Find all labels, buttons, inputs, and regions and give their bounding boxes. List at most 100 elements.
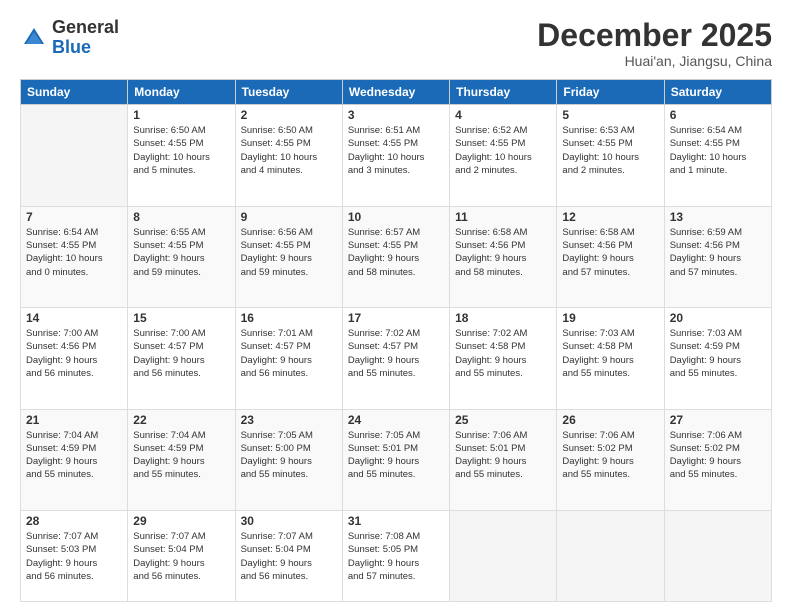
day-number: 3 bbox=[348, 108, 444, 122]
day-number: 21 bbox=[26, 413, 122, 427]
calendar-cell: 12 Sunrise: 6:58 AMSunset: 4:56 PMDayligh… bbox=[557, 206, 664, 307]
calendar-week-2: 7Sunrise: 6:54 AMSunset: 4:55 PMDaylight… bbox=[21, 206, 772, 307]
day-info: Sunrise: 6:58 AMSunset: 4:56 PMDaylight:… bbox=[455, 226, 551, 279]
day-info: Sunrise: 6:52 AMSunset: 4:55 PMDaylight:… bbox=[455, 124, 551, 177]
day-info: Sunrise: 7:08 AMSunset: 5:05 PMDaylight:… bbox=[348, 530, 444, 583]
day-number: 27 bbox=[670, 413, 766, 427]
day-number: 23 bbox=[241, 413, 337, 427]
calendar-cell: 29Sunrise: 7:07 AMSunset: 5:04 PMDayligh… bbox=[128, 511, 235, 602]
day-number: 24 bbox=[348, 413, 444, 427]
header: General Blue December 2025 Huai'an, Jian… bbox=[20, 18, 772, 69]
day-number: 26 bbox=[562, 413, 658, 427]
day-number: 25 bbox=[455, 413, 551, 427]
calendar-cell: 19 Sunrise: 7:03 AMSunset: 4:58 PMDayligh… bbox=[557, 308, 664, 409]
day-number: 9 bbox=[241, 210, 337, 224]
calendar-cell: 7Sunrise: 6:54 AMSunset: 4:55 PMDaylight… bbox=[21, 206, 128, 307]
day-number: 1 bbox=[133, 108, 229, 122]
calendar-cell: 24Sunrise: 7:05 AMSunset: 5:01 PMDayligh… bbox=[342, 409, 449, 510]
calendar-cell: 26 Sunrise: 7:06 AMSunset: 5:02 PMDayligh… bbox=[557, 409, 664, 510]
day-number: 19 bbox=[562, 311, 658, 325]
day-number: 28 bbox=[26, 514, 122, 528]
calendar-cell: 9Sunrise: 6:56 AMSunset: 4:55 PMDaylight… bbox=[235, 206, 342, 307]
day-number: 8 bbox=[133, 210, 229, 224]
day-info: Sunrise: 6:58 AMSunset: 4:56 PMDaylight:… bbox=[562, 226, 658, 279]
calendar-cell: 2 Sunrise: 6:50 AMSunset: 4:55 PMDaylight… bbox=[235, 105, 342, 206]
logo-icon bbox=[20, 24, 48, 52]
day-info: Sunrise: 6:55 AMSunset: 4:55 PMDaylight:… bbox=[133, 226, 229, 279]
day-number: 6 bbox=[670, 108, 766, 122]
calendar-header-row: Sunday Monday Tuesday Wednesday Thursday… bbox=[21, 80, 772, 105]
calendar-cell: 6 Sunrise: 6:54 AMSunset: 4:55 PMDaylight… bbox=[664, 105, 771, 206]
day-info: Sunrise: 7:00 AMSunset: 4:57 PMDaylight:… bbox=[133, 327, 229, 380]
day-info: Sunrise: 7:07 AMSunset: 5:03 PMDaylight:… bbox=[26, 530, 122, 583]
calendar-cell: 1 Sunrise: 6:50 AMSunset: 4:55 PMDaylight… bbox=[128, 105, 235, 206]
logo-text: General Blue bbox=[52, 18, 119, 58]
day-number: 7 bbox=[26, 210, 122, 224]
calendar-cell: 27 Sunrise: 7:06 AMSunset: 5:02 PMDayligh… bbox=[664, 409, 771, 510]
day-number: 31 bbox=[348, 514, 444, 528]
day-info: Sunrise: 6:50 AMSunset: 4:55 PMDaylight:… bbox=[133, 124, 229, 177]
day-info: Sunrise: 7:01 AMSunset: 4:57 PMDaylight:… bbox=[241, 327, 337, 380]
location: Huai'an, Jiangsu, China bbox=[537, 53, 772, 69]
col-wednesday: Wednesday bbox=[342, 80, 449, 105]
col-monday: Monday bbox=[128, 80, 235, 105]
day-info: Sunrise: 6:50 AMSunset: 4:55 PMDaylight:… bbox=[241, 124, 337, 177]
day-number: 5 bbox=[562, 108, 658, 122]
calendar-cell: 20 Sunrise: 7:03 AMSunset: 4:59 PMDayligh… bbox=[664, 308, 771, 409]
day-info: Sunrise: 7:03 AMSunset: 4:59 PMDaylight:… bbox=[670, 327, 766, 380]
day-number: 2 bbox=[241, 108, 337, 122]
day-info: Sunrise: 7:05 AMSunset: 5:00 PMDaylight:… bbox=[241, 429, 337, 482]
calendar-week-1: 1 Sunrise: 6:50 AMSunset: 4:55 PMDaylight… bbox=[21, 105, 772, 206]
day-info: Sunrise: 7:06 AMSunset: 5:02 PMDaylight:… bbox=[562, 429, 658, 482]
calendar-week-5: 28 Sunrise: 7:07 AMSunset: 5:03 PMDayligh… bbox=[21, 511, 772, 602]
day-number: 18 bbox=[455, 311, 551, 325]
page: General Blue December 2025 Huai'an, Jian… bbox=[0, 0, 792, 612]
calendar-cell: 30Sunrise: 7:07 AMSunset: 5:04 PMDayligh… bbox=[235, 511, 342, 602]
day-number: 16 bbox=[241, 311, 337, 325]
calendar-week-3: 14 Sunrise: 7:00 AMSunset: 4:56 PMDayligh… bbox=[21, 308, 772, 409]
title-block: December 2025 Huai'an, Jiangsu, China bbox=[537, 18, 772, 69]
calendar-cell: 10 Sunrise: 6:57 AMSunset: 4:55 PMDayligh… bbox=[342, 206, 449, 307]
day-number: 22 bbox=[133, 413, 229, 427]
calendar-cell: 13Sunrise: 6:59 AMSunset: 4:56 PMDayligh… bbox=[664, 206, 771, 307]
day-number: 13 bbox=[670, 210, 766, 224]
day-number: 4 bbox=[455, 108, 551, 122]
logo: General Blue bbox=[20, 18, 119, 58]
day-info: Sunrise: 7:04 AMSunset: 4:59 PMDaylight:… bbox=[26, 429, 122, 482]
col-thursday: Thursday bbox=[450, 80, 557, 105]
day-info: Sunrise: 7:06 AMSunset: 5:02 PMDaylight:… bbox=[670, 429, 766, 482]
day-info: Sunrise: 7:07 AMSunset: 5:04 PMDaylight:… bbox=[241, 530, 337, 583]
day-number: 12 bbox=[562, 210, 658, 224]
day-info: Sunrise: 7:00 AMSunset: 4:56 PMDaylight:… bbox=[26, 327, 122, 380]
day-number: 17 bbox=[348, 311, 444, 325]
day-info: Sunrise: 7:06 AMSunset: 5:01 PMDaylight:… bbox=[455, 429, 551, 482]
calendar-cell: 28 Sunrise: 7:07 AMSunset: 5:03 PMDayligh… bbox=[21, 511, 128, 602]
col-saturday: Saturday bbox=[664, 80, 771, 105]
calendar-cell: 3 Sunrise: 6:51 AMSunset: 4:55 PMDaylight… bbox=[342, 105, 449, 206]
day-info: Sunrise: 6:54 AMSunset: 4:55 PMDaylight:… bbox=[670, 124, 766, 177]
col-sunday: Sunday bbox=[21, 80, 128, 105]
day-info: Sunrise: 7:03 AMSunset: 4:58 PMDaylight:… bbox=[562, 327, 658, 380]
day-info: Sunrise: 7:02 AMSunset: 4:57 PMDaylight:… bbox=[348, 327, 444, 380]
calendar-week-4: 21 Sunrise: 7:04 AMSunset: 4:59 PMDayligh… bbox=[21, 409, 772, 510]
calendar-cell bbox=[450, 511, 557, 602]
day-number: 20 bbox=[670, 311, 766, 325]
calendar-cell: 18Sunrise: 7:02 AMSunset: 4:58 PMDayligh… bbox=[450, 308, 557, 409]
calendar-cell bbox=[557, 511, 664, 602]
calendar-cell: 23 Sunrise: 7:05 AMSunset: 5:00 PMDayligh… bbox=[235, 409, 342, 510]
logo-general: General bbox=[52, 18, 119, 38]
day-info: Sunrise: 6:57 AMSunset: 4:55 PMDaylight:… bbox=[348, 226, 444, 279]
calendar-cell: 31 Sunrise: 7:08 AMSunset: 5:05 PMDayligh… bbox=[342, 511, 449, 602]
calendar-cell: 17 Sunrise: 7:02 AMSunset: 4:57 PMDayligh… bbox=[342, 308, 449, 409]
calendar-table: Sunday Monday Tuesday Wednesday Thursday… bbox=[20, 79, 772, 602]
calendar-cell: 16 Sunrise: 7:01 AMSunset: 4:57 PMDayligh… bbox=[235, 308, 342, 409]
logo-blue: Blue bbox=[52, 38, 119, 58]
day-info: Sunrise: 6:51 AMSunset: 4:55 PMDaylight:… bbox=[348, 124, 444, 177]
calendar-cell: 4 Sunrise: 6:52 AMSunset: 4:55 PMDaylight… bbox=[450, 105, 557, 206]
calendar-cell: 14 Sunrise: 7:00 AMSunset: 4:56 PMDayligh… bbox=[21, 308, 128, 409]
calendar-cell bbox=[21, 105, 128, 206]
day-number: 14 bbox=[26, 311, 122, 325]
calendar-cell bbox=[664, 511, 771, 602]
col-friday: Friday bbox=[557, 80, 664, 105]
day-number: 10 bbox=[348, 210, 444, 224]
